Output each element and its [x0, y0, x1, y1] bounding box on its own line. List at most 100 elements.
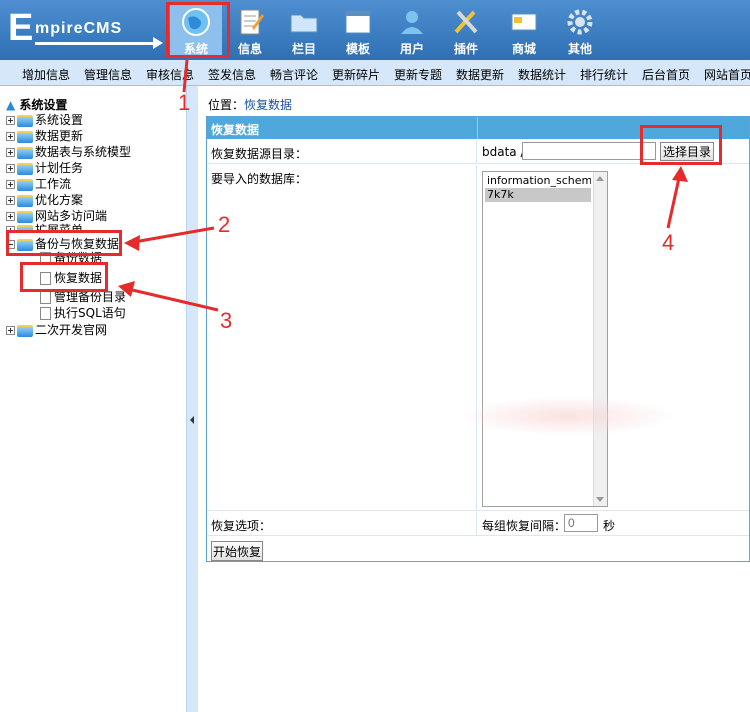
expand-icon[interactable] [6, 116, 15, 125]
nav-info[interactable]: 信息 [224, 4, 276, 58]
listbox-scrollbar[interactable] [593, 172, 607, 506]
folder-icon [17, 178, 33, 191]
database-option[interactable]: information_schema [485, 174, 591, 188]
restore-options-label: 恢复选项： [211, 519, 272, 533]
tree-item-data-update[interactable]: 数据更新 [6, 128, 83, 144]
source-dir-input[interactable] [522, 142, 656, 160]
tree-child-manage-backup-dir[interactable]: 管理备份目录 [40, 289, 126, 305]
quick-update-topics[interactable]: 更新专题 [394, 66, 442, 83]
database-listbox[interactable]: information_schema 7k7k [482, 171, 608, 507]
submit-row: 开始恢复 [207, 537, 749, 562]
tree-item-label: 工作流 [35, 177, 72, 191]
expand-icon[interactable] [6, 180, 15, 189]
expand-icon[interactable] [6, 226, 15, 232]
seconds-label: 秒 [603, 519, 616, 533]
logo-text: mpireCMS [35, 20, 123, 37]
nav-other[interactable]: 其他 [554, 4, 606, 58]
logo-arrow-line [35, 42, 155, 45]
folder-icon [17, 130, 33, 143]
collapse-icon[interactable] [6, 240, 15, 249]
nav-template[interactable]: 模板 [332, 4, 384, 58]
logo-letter: E [8, 7, 34, 49]
nav-label: 插件 [453, 42, 478, 56]
collapse-sidebar-icon[interactable] [190, 416, 194, 424]
nav-columns[interactable]: 栏目 [278, 4, 330, 58]
quick-add-info[interactable]: 增加信息 [22, 66, 70, 83]
quick-admin-home[interactable]: 后台首页 [642, 66, 690, 83]
quick-sign-info[interactable]: 签发信息 [208, 66, 256, 83]
folder-icon [17, 194, 33, 207]
nav-plugin[interactable]: 插件 [440, 4, 492, 58]
expand-icon[interactable] [6, 148, 15, 157]
label-cell: 恢复数据源目录： [207, 140, 477, 163]
quick-site-home[interactable]: 网站首页 [704, 66, 750, 83]
tree-item-label: 数据更新 [35, 129, 84, 143]
document-icon [40, 252, 51, 262]
quick-comments[interactable]: 畅言评论 [270, 66, 318, 83]
database-label: 要导入的数据库： [211, 172, 308, 186]
tree-child-execute-sql[interactable]: 执行SQL语句 [40, 305, 126, 321]
document-icon [40, 272, 51, 285]
document-icon [40, 291, 51, 304]
quick-rank-stats[interactable]: 排行统计 [580, 66, 628, 83]
start-restore-button[interactable]: 开始恢复 [211, 541, 263, 561]
breadcrumb-current[interactable]: 恢复数据 [244, 98, 292, 112]
quick-update-fragments[interactable]: 更新碎片 [332, 66, 380, 83]
document-icon [40, 307, 51, 320]
nav-label: 信息 [237, 42, 262, 56]
nav-label: 系统 [183, 42, 208, 56]
quick-data-stats[interactable]: 数据统计 [518, 66, 566, 83]
tree-item-optimization[interactable]: 优化方案 [6, 192, 83, 208]
user-icon [401, 11, 423, 34]
quick-data-update[interactable]: 数据更新 [456, 66, 504, 83]
expand-icon[interactable] [6, 326, 15, 335]
quick-manage-info[interactable]: 管理信息 [84, 66, 132, 83]
tree-child-label: 执行SQL语句 [54, 306, 126, 320]
tree-child-restore-data[interactable]: 恢复数据 [40, 270, 102, 286]
empirecms-logo[interactable]: E mpireCMS [8, 8, 168, 52]
source-dir-row: 恢复数据源目录： bdata / 选择目录 [207, 140, 749, 164]
folder-open-icon [17, 238, 33, 251]
header-divider [477, 117, 478, 139]
interval-input[interactable] [564, 514, 598, 532]
expand-icon[interactable] [6, 212, 15, 221]
interval-label: 每组恢复间隔： [482, 519, 567, 533]
tree-item-extend-menu[interactable]: 扩展菜单 [6, 222, 83, 232]
scroll-down-icon[interactable] [596, 497, 604, 502]
tree-child-backup-data[interactable]: 备份数据 [40, 250, 102, 262]
sidebar-splitter[interactable] [186, 86, 198, 712]
source-dir-label: 恢复数据源目录： [211, 147, 308, 161]
tree-item-workflow[interactable]: 工作流 [6, 176, 71, 192]
label-cell: 恢复选项： [207, 512, 477, 535]
database-row: 要导入的数据库： information_schema 7k7k [207, 165, 749, 511]
nav-system[interactable]: 系统 [170, 4, 222, 58]
nav-user[interactable]: 用户 [386, 4, 438, 58]
choose-directory-button[interactable]: 选择目录 [660, 142, 714, 161]
nav-label: 模板 [345, 42, 370, 56]
window-icon [345, 10, 371, 34]
annotation-number: 2 [218, 212, 231, 237]
tree-child-label: 备份数据 [54, 251, 103, 262]
tree-item-tables-models[interactable]: 数据表与系统模型 [6, 144, 131, 160]
notepad-icon [240, 9, 264, 35]
folder-icon [17, 162, 33, 175]
tree-item-dev-site[interactable]: 二次开发官网 [6, 322, 107, 338]
restore-panel: 恢复数据 恢复数据源目录： bdata / 选择目录 要导入的数据库： info… [206, 116, 750, 562]
scroll-up-icon[interactable] [596, 176, 604, 181]
database-option-selected[interactable]: 7k7k [485, 188, 591, 202]
folder-icon [17, 146, 33, 159]
expand-icon[interactable] [6, 196, 15, 205]
folder-icon [17, 114, 33, 127]
breadcrumb-label: 位置： [208, 98, 245, 112]
expand-icon[interactable] [6, 164, 15, 173]
expand-icon[interactable] [6, 132, 15, 141]
annotation-number: 3 [220, 308, 233, 333]
tree-item-system-settings[interactable]: 系统设置 [6, 112, 83, 128]
quick-review-info[interactable]: 审核信息 [146, 66, 194, 83]
tree-root[interactable]: ▲ 系统设置 [6, 96, 67, 113]
restore-options-row: 恢复选项： 每组恢复间隔： 秒 [207, 512, 749, 536]
nav-shop[interactable]: 商城 [498, 4, 550, 58]
tree-item-scheduled-tasks[interactable]: 计划任务 [6, 160, 83, 176]
breadcrumb: 位置：恢复数据 [208, 96, 292, 113]
nav-label: 用户 [399, 42, 424, 56]
